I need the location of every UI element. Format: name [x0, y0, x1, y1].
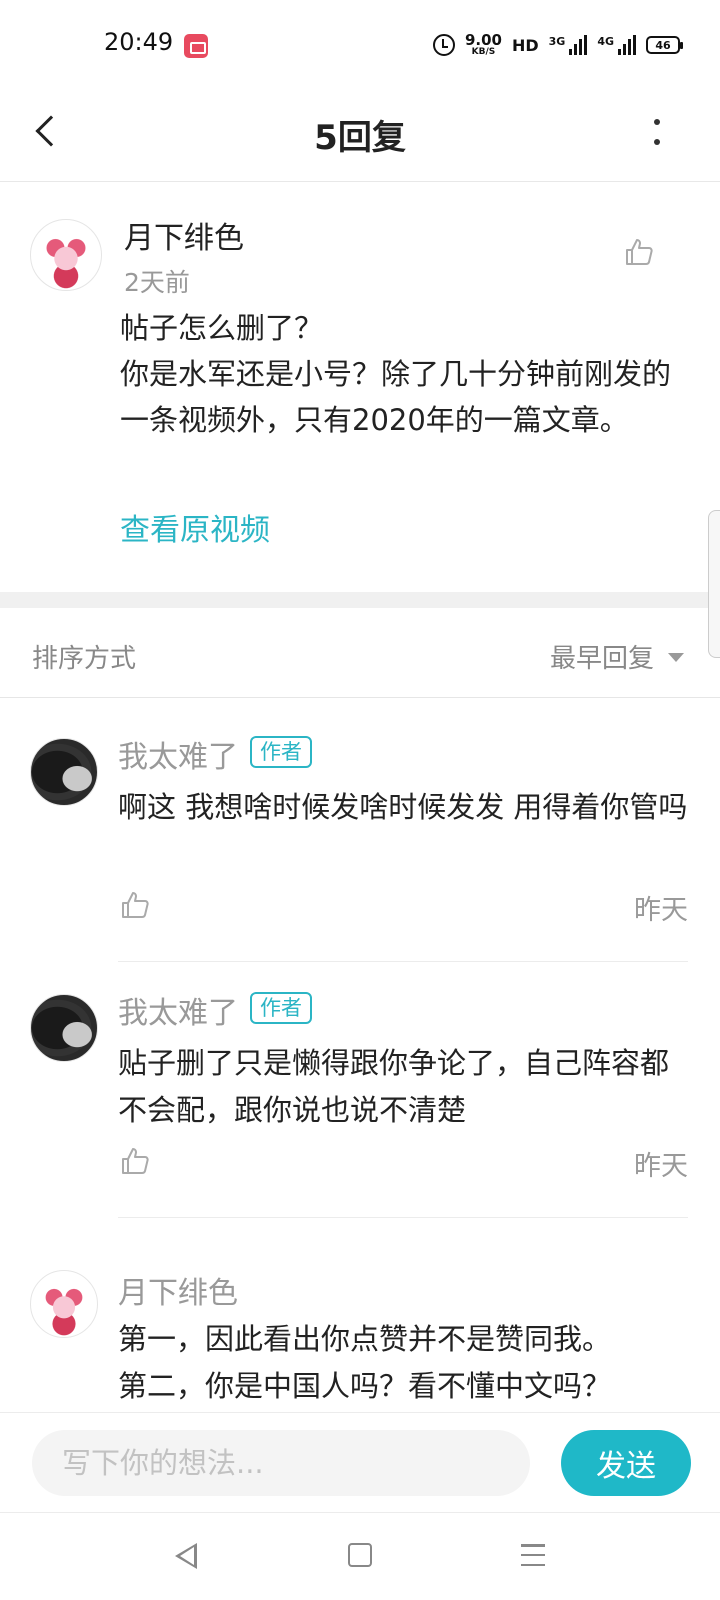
status-bar: 20:49 9.00 KB/S HD 3G 4G 46 — [0, 0, 720, 90]
status-indicators: 9.00 KB/S HD 3G 4G 46 — [432, 30, 683, 60]
nav-menu-icon[interactable] — [521, 1544, 545, 1566]
thumbs-up-icon[interactable] — [120, 1146, 150, 1176]
hd-indicator: HD — [511, 35, 539, 55]
network-speed: 9.00 KB/S — [465, 33, 502, 57]
avatar[interactable] — [30, 994, 98, 1062]
signal-icon-sim2: 4G — [597, 35, 636, 55]
reply-author[interactable]: 月下绯色 — [118, 1270, 238, 1312]
avatar[interactable] — [30, 1270, 98, 1338]
comment-input[interactable] — [32, 1430, 530, 1496]
nav-home-icon[interactable] — [348, 1543, 372, 1567]
system-nav-bar — [0, 1512, 720, 1600]
reply-author[interactable]: 我太难了 — [118, 732, 238, 776]
comment-input-bar: 发送 — [0, 1412, 720, 1512]
sort-label: 排序方式 — [32, 644, 137, 674]
network-speed-unit: KB/S — [471, 47, 496, 57]
sort-bar: 排序方式 最早回复 — [0, 608, 720, 698]
section-divider — [0, 592, 720, 608]
signal-icon-sim1: 3G — [549, 35, 588, 55]
reply-time: 昨天 — [634, 895, 688, 926]
reply-item: 月下绯色 第一，因此看出你点赞并不是赞同我。 第二，你是中国人吗？看不懂中文吗？ — [0, 1270, 720, 1412]
author-badge: 作者 — [250, 992, 312, 1024]
nav-back-icon[interactable] — [175, 1543, 197, 1569]
more-options-icon[interactable] — [652, 112, 662, 152]
author-badge: 作者 — [250, 736, 312, 768]
reply-text: 贴子删了只是懒得跟你争论了，自己阵容都不会配，跟你说也说不清楚 — [118, 1046, 670, 1127]
thumbs-up-icon[interactable] — [120, 890, 150, 920]
status-time: 20:49 — [104, 28, 174, 56]
comment-time: 2天前 — [124, 268, 190, 297]
reply-divider — [118, 961, 688, 962]
reply-text: 第一，因此看出你点赞并不是赞同我。 第二，你是中国人吗？看不懂中文吗？ — [118, 1322, 612, 1403]
main-comment: 月下绯色 2天前 帖子怎么删了？ 你是水军还是小号？除了几十分钟前刚发的一条视频… — [0, 183, 720, 593]
sim1-network-label: 3G — [548, 35, 566, 48]
alarm-icon — [432, 34, 455, 56]
comment-author[interactable]: 月下绯色 — [124, 213, 244, 257]
send-button[interactable]: 发送 — [561, 1430, 691, 1496]
sort-dropdown[interactable]: 最早回复 — [550, 638, 654, 675]
avatar[interactable] — [30, 738, 98, 806]
sim2-network-label: 4G — [597, 35, 614, 48]
reply-author[interactable]: 我太难了 — [118, 988, 238, 1032]
reply-time: 昨天 — [634, 1151, 688, 1182]
top-bar: 5回复 — [0, 90, 720, 182]
network-speed-value: 9.00 — [464, 31, 502, 49]
page-title: 5回复 — [314, 118, 406, 158]
caret-down-icon[interactable] — [668, 653, 684, 662]
avatar[interactable] — [30, 219, 102, 291]
view-original-video-link[interactable]: 查看原视频 — [120, 505, 270, 549]
reply-divider — [118, 1217, 688, 1218]
thumbs-up-icon[interactable] — [624, 237, 654, 267]
reply-text: 啊这 我想啥时候发啥时候发发 用得着你管吗 — [118, 790, 688, 824]
battery-icon: 46 — [646, 36, 683, 54]
screen-record-icon — [184, 34, 208, 58]
comment-text: 帖子怎么删了？ 你是水军还是小号？除了几十分钟前刚发的一条视频外，只有2020年… — [120, 311, 672, 437]
